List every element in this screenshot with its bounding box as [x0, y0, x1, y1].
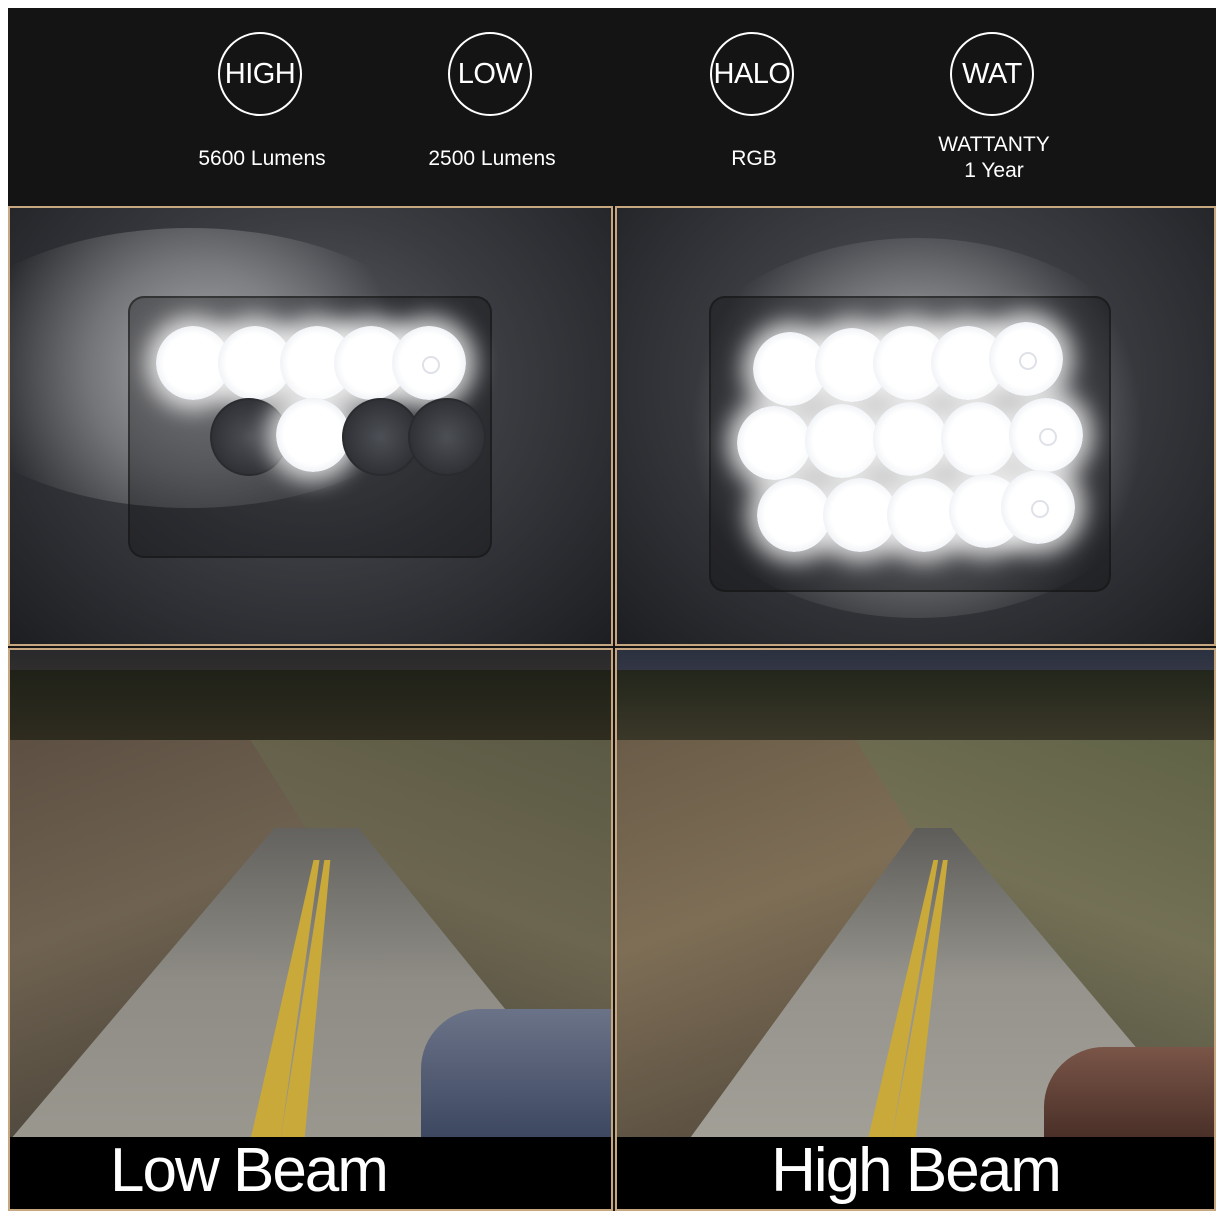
- high-beam-lamp-photo: [615, 206, 1216, 646]
- led-lit-icon: [392, 326, 466, 400]
- feature-label: 5600 Lumens: [162, 146, 362, 172]
- low-beam-road-photo: Low Beam: [8, 648, 613, 1211]
- vehicle-hood: [1044, 1047, 1214, 1137]
- led-lit-icon: [757, 478, 831, 552]
- high-beam-road-photo: High Beam: [615, 648, 1216, 1211]
- led-lit-icon: [805, 404, 879, 478]
- feature-label-line: WATTANTY: [938, 133, 1050, 156]
- feature-halo: HALO RGB: [654, 8, 854, 206]
- feature-high: HIGH 5600 Lumens: [162, 8, 362, 206]
- low-beam-lamp-photo: [8, 206, 613, 646]
- feature-label-line: RGB: [731, 147, 777, 170]
- feature-low: LOW 2500 Lumens: [392, 8, 592, 206]
- led-lit-icon: [1009, 398, 1083, 472]
- feature-label-line: 2500 Lumens: [428, 147, 556, 170]
- led-lit-icon: [823, 478, 897, 552]
- low-badge-icon: LOW: [448, 32, 532, 116]
- led-lit-icon: [873, 402, 947, 476]
- feature-header: HIGH 5600 Lumens LOW 2500 Lumens HALO RG…: [8, 8, 1216, 206]
- low-beam-caption: Low Beam: [110, 1136, 389, 1205]
- led-lit-icon: [989, 322, 1063, 396]
- feature-label: RGB: [654, 146, 854, 172]
- led-lit-icon: [941, 402, 1015, 476]
- feature-label-line: 5600 Lumens: [198, 147, 326, 170]
- high-badge-icon: HIGH: [218, 32, 302, 116]
- led-lit-icon: [1001, 470, 1075, 544]
- led-off-icon: [408, 398, 486, 476]
- feature-warranty: WAT WATTANTY 1 Year: [894, 8, 1094, 206]
- vehicle-hood: [421, 1009, 611, 1139]
- high-beam-caption: High Beam: [771, 1136, 1062, 1205]
- led-lit-icon: [737, 406, 811, 480]
- led-lit-icon: [276, 398, 350, 472]
- feature-label-line: 1 Year: [964, 159, 1024, 182]
- feature-label: 2500 Lumens: [392, 146, 592, 172]
- feature-label: WATTANTY 1 Year: [894, 132, 1094, 184]
- halo-badge-icon: HALO: [710, 32, 794, 116]
- product-image-frame: HIGH 5600 Lumens LOW 2500 Lumens HALO RG…: [8, 8, 1216, 1211]
- warranty-badge-icon: WAT: [950, 32, 1034, 116]
